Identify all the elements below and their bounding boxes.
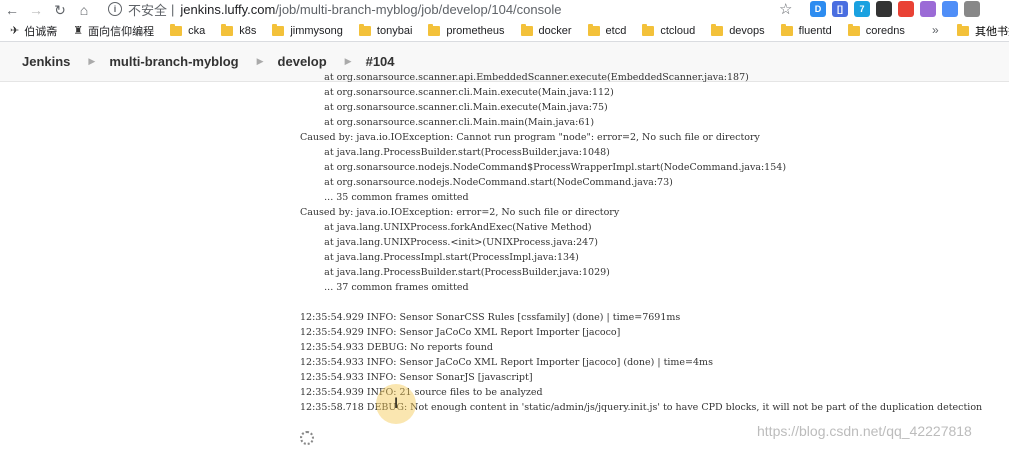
forward-arrow-icon[interactable]: → bbox=[24, 0, 48, 20]
bookmark-item[interactable]: tonybai bbox=[358, 23, 413, 37]
console-line: 12:35:54.929 INFO: Sensor SonarCSS Rules… bbox=[300, 312, 681, 323]
folder-icon bbox=[272, 23, 285, 36]
folder-icon bbox=[711, 23, 724, 36]
bookmark-item[interactable]: ctcloud bbox=[642, 23, 696, 37]
folder-icon bbox=[221, 23, 234, 36]
console-line: 12:35:54.933 INFO: Sensor SonarJS [javas… bbox=[300, 372, 533, 383]
console-line: at java.lang.UNIXProcess.<init>(UNIXProc… bbox=[300, 237, 598, 248]
console-line: at java.lang.ProcessImpl.start(ProcessIm… bbox=[300, 252, 579, 263]
bookmarks-more-button[interactable]: » bbox=[932, 23, 939, 37]
console-line: at java.lang.ProcessBuilder.start(Proces… bbox=[300, 147, 610, 158]
watermark: https://blog.csdn.net/qq_42227818 bbox=[757, 423, 972, 439]
console-line: Caused by: java.io.IOException: Cannot r… bbox=[300, 132, 760, 143]
back-arrow-icon[interactable]: ← bbox=[0, 0, 24, 20]
console-line: 12:35:54.933 INFO: Sensor JaCoCo XML Rep… bbox=[300, 357, 713, 368]
extension-bracket-icon[interactable]: [] bbox=[832, 1, 848, 17]
bookmark-item[interactable]: devops bbox=[711, 23, 765, 37]
bookmark-item[interactable]: jimmysong bbox=[272, 23, 343, 37]
chevron-right-icon[interactable]: ▶ bbox=[257, 56, 264, 67]
extension-qr-icon[interactable] bbox=[876, 1, 892, 17]
bookmark-item[interactable]: etcd bbox=[587, 23, 627, 37]
bookmark-label: cka bbox=[188, 24, 206, 37]
bookmark-other-label: 其他书签 bbox=[975, 26, 1009, 38]
breadcrumb-item[interactable]: develop bbox=[278, 54, 327, 69]
folder-icon bbox=[642, 23, 655, 36]
reload-icon[interactable]: ↻ bbox=[48, 0, 72, 20]
console-line: 12:35:54.929 INFO: Sensor JaCoCo XML Rep… bbox=[300, 327, 621, 338]
console-line: at org.sonarsource.scanner.cli.Main.exec… bbox=[300, 102, 608, 113]
blog-logo-icon: ♜ bbox=[73, 25, 84, 37]
extension-d-icon[interactable]: D bbox=[810, 1, 826, 17]
bookmark-label: k8s bbox=[239, 24, 257, 37]
console-line: at org.sonarsource.scanner.api.EmbeddedS… bbox=[300, 72, 749, 83]
site-info-icon[interactable]: i bbox=[108, 2, 122, 16]
address-separator: | bbox=[171, 1, 175, 17]
console-line: at org.sonarsource.scanner.cli.Main.main… bbox=[300, 117, 595, 128]
folder-icon bbox=[358, 23, 371, 36]
console-line: ... 35 common frames omitted bbox=[300, 192, 469, 203]
console-line: at java.lang.ProcessBuilder.start(Proces… bbox=[300, 267, 610, 278]
bookmark-item[interactable]: cka bbox=[170, 23, 206, 37]
site-logo-icon: ✈ bbox=[10, 25, 20, 37]
console-line: ... 37 common frames omitted bbox=[300, 282, 469, 293]
bookmark-item[interactable]: prometheus bbox=[428, 23, 505, 37]
loading-spinner-icon bbox=[300, 431, 314, 445]
folder-icon bbox=[170, 23, 183, 36]
bookmark-item[interactable]: fluentd bbox=[780, 23, 832, 37]
bookmark-label: tonybai bbox=[376, 24, 413, 37]
bookmark-label: docker bbox=[538, 24, 572, 37]
extension-palette-icon[interactable] bbox=[920, 1, 936, 17]
bookmark-label: prometheus bbox=[446, 24, 505, 37]
breadcrumb-item[interactable]: Jenkins bbox=[22, 54, 70, 69]
breadcrumb-item[interactable]: multi-branch-myblog bbox=[109, 54, 238, 69]
chevron-right-icon[interactable]: ▶ bbox=[345, 56, 352, 67]
url-domain: jenkins.luffy.com bbox=[180, 1, 276, 17]
bookmark-item[interactable]: coredns bbox=[847, 23, 905, 37]
bookmark-label: 伯诚斋 bbox=[24, 25, 58, 38]
extension-chrome-icon[interactable] bbox=[898, 1, 914, 17]
extension-icons: D [] 7 bbox=[810, 1, 980, 17]
bookmark-label: devops bbox=[729, 24, 765, 37]
address-bar[interactable]: i 不安全 | jenkins.luffy.com /job/multi-bra… bbox=[108, 0, 808, 18]
console-line: at java.lang.UNIXProcess.forkAndExec(Nat… bbox=[300, 222, 592, 233]
insecure-label: 不安全 bbox=[128, 2, 168, 18]
console-line: at org.sonarsource.scanner.cli.Main.exec… bbox=[300, 87, 614, 98]
folder-icon bbox=[957, 24, 969, 36]
extension-cloud-icon[interactable]: 7 bbox=[854, 1, 870, 17]
folder-icon bbox=[780, 23, 793, 36]
bookmark-label: jimmysong bbox=[290, 24, 343, 37]
folder-icon bbox=[587, 23, 600, 36]
bookmark-label: ctcloud bbox=[660, 24, 696, 37]
folder-icon bbox=[520, 23, 533, 36]
bookmark-item[interactable]: docker bbox=[520, 23, 572, 37]
bookmarks-bar: ✈ 伯诚斋 ♜ 面向信仰编程 cka k8s jimmysong tonybai prometh… bbox=[0, 20, 1009, 42]
bookmark-item[interactable]: ♜ 面向信仰编程 bbox=[73, 23, 154, 39]
bookmark-label: etcd bbox=[605, 24, 627, 37]
text-cursor-icon: I bbox=[394, 396, 399, 412]
console-line: Caused by: java.io.IOException: error=2,… bbox=[300, 207, 620, 218]
console-line: at org.sonarsource.nodejs.NodeCommand$Pr… bbox=[300, 162, 787, 173]
bookmark-label: 面向信仰编程 bbox=[88, 25, 155, 38]
bookmark-item[interactable]: ✈ 伯诚斋 bbox=[10, 23, 57, 39]
extension-bird-icon[interactable] bbox=[942, 1, 958, 17]
url-path: /job/multi-branch-myblog/job/develop/104… bbox=[275, 1, 562, 17]
bookmark-star-icon[interactable]: ☆ bbox=[779, 0, 792, 18]
console-line: at org.sonarsource.nodejs.NodeCommand.st… bbox=[300, 177, 673, 188]
bookmark-item[interactable]: k8s bbox=[221, 23, 257, 37]
breadcrumb-item[interactable]: #104 bbox=[366, 54, 395, 69]
bookmark-label: fluentd bbox=[798, 24, 832, 37]
folder-icon bbox=[847, 23, 860, 36]
bookmark-other[interactable]: 其他书签 bbox=[957, 23, 1009, 39]
chevron-right-icon[interactable]: ▶ bbox=[88, 56, 95, 67]
console-line: 12:35:54.933 DEBUG: No reports found bbox=[300, 342, 494, 353]
console-output: at org.sonarsource.scanner.api.EmbeddedS… bbox=[300, 70, 1000, 415]
profile-avatar-icon[interactable] bbox=[964, 1, 980, 17]
folder-icon bbox=[428, 23, 441, 36]
bookmark-label: coredns bbox=[865, 24, 905, 37]
home-icon[interactable]: ⌂ bbox=[72, 0, 96, 20]
